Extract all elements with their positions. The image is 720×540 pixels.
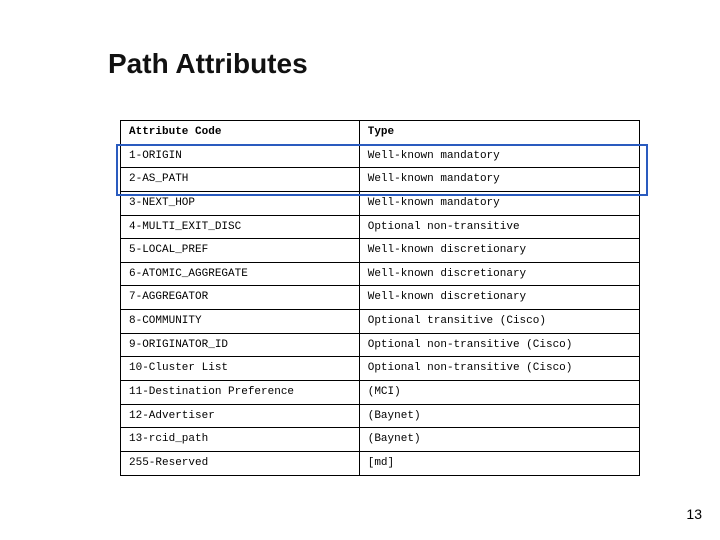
table-row: 3-NEXT_HOP Well-known mandatory [121, 191, 640, 215]
page-number: 13 [686, 506, 702, 522]
cell-type: Optional transitive (Cisco) [359, 310, 639, 334]
table-row: 1-ORIGIN Well-known mandatory [121, 144, 640, 168]
cell-type: [md] [359, 451, 639, 475]
table-row: 8-COMMUNITY Optional transitive (Cisco) [121, 310, 640, 334]
cell-type: Optional non-transitive (Cisco) [359, 333, 639, 357]
cell-type: Well-known discretionary [359, 262, 639, 286]
cell-code: 8-COMMUNITY [121, 310, 360, 334]
cell-code: 3-NEXT_HOP [121, 191, 360, 215]
cell-code: 1-ORIGIN [121, 144, 360, 168]
cell-code: 2-AS_PATH [121, 168, 360, 192]
slide: Path Attributes Attribute Code Type 1-OR… [0, 0, 720, 540]
cell-code: 4-MULTI_EXIT_DISC [121, 215, 360, 239]
cell-type: Well-known discretionary [359, 239, 639, 263]
cell-type: (Baynet) [359, 404, 639, 428]
table-row: 12-Advertiser (Baynet) [121, 404, 640, 428]
table-row: 5-LOCAL_PREF Well-known discretionary [121, 239, 640, 263]
cell-type: Well-known discretionary [359, 286, 639, 310]
table-row: 13-rcid_path (Baynet) [121, 428, 640, 452]
attributes-table: Attribute Code Type 1-ORIGIN Well-known … [120, 120, 640, 476]
table-row: 11-Destination Preference (MCI) [121, 381, 640, 405]
header-attribute-code: Attribute Code [121, 121, 360, 145]
cell-code: 255-Reserved [121, 451, 360, 475]
cell-type: Well-known mandatory [359, 144, 639, 168]
cell-type: Optional non-transitive [359, 215, 639, 239]
table-row: 4-MULTI_EXIT_DISC Optional non-transitiv… [121, 215, 640, 239]
header-type: Type [359, 121, 639, 145]
cell-code: 6-ATOMIC_AGGREGATE [121, 262, 360, 286]
table-row: 6-ATOMIC_AGGREGATE Well-known discretion… [121, 262, 640, 286]
cell-code: 13-rcid_path [121, 428, 360, 452]
table-row: 9-ORIGINATOR_ID Optional non-transitive … [121, 333, 640, 357]
cell-type: Optional non-transitive (Cisco) [359, 357, 639, 381]
page-title: Path Attributes [108, 48, 308, 80]
cell-code: 7-AGGREGATOR [121, 286, 360, 310]
cell-type: (MCI) [359, 381, 639, 405]
table-row: 10-Cluster List Optional non-transitive … [121, 357, 640, 381]
cell-type: Well-known mandatory [359, 191, 639, 215]
cell-code: 5-LOCAL_PREF [121, 239, 360, 263]
table-row: 255-Reserved [md] [121, 451, 640, 475]
cell-type: (Baynet) [359, 428, 639, 452]
table-row: 7-AGGREGATOR Well-known discretionary [121, 286, 640, 310]
cell-code: 9-ORIGINATOR_ID [121, 333, 360, 357]
attributes-table-wrap: Attribute Code Type 1-ORIGIN Well-known … [120, 120, 640, 476]
cell-code: 11-Destination Preference [121, 381, 360, 405]
table-header-row: Attribute Code Type [121, 121, 640, 145]
cell-code: 10-Cluster List [121, 357, 360, 381]
cell-type: Well-known mandatory [359, 168, 639, 192]
cell-code: 12-Advertiser [121, 404, 360, 428]
table-row: 2-AS_PATH Well-known mandatory [121, 168, 640, 192]
